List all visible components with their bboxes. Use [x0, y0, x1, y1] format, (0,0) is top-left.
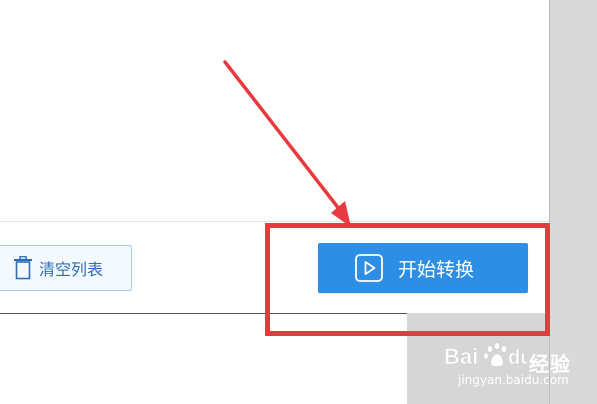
toolbar-divider — [0, 221, 549, 222]
play-icon — [355, 254, 383, 282]
start-convert-label: 开始转换 — [398, 258, 475, 281]
trash-icon — [14, 256, 32, 280]
clear-list-button[interactable]: 清空列表 — [0, 245, 132, 291]
clear-list-label: 清空列表 — [39, 260, 104, 279]
panel-bottom-border — [0, 313, 407, 314]
start-convert-button[interactable]: 开始转换 — [318, 243, 528, 293]
panel-lower-area — [0, 314, 407, 404]
window-background — [549, 0, 597, 404]
window-edge — [549, 0, 550, 404]
